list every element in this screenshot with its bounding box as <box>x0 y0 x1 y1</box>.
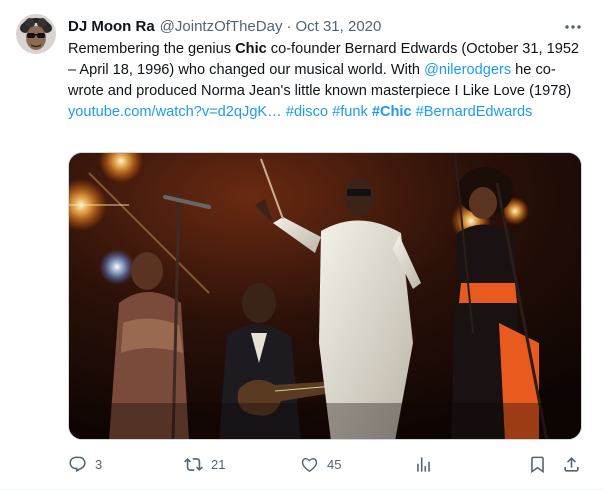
views-button[interactable] <box>414 452 433 476</box>
like-count: 45 <box>327 456 342 472</box>
tweet-text-bold: Chic <box>235 41 267 57</box>
hashtag-funk[interactable]: #funk <box>332 104 368 120</box>
hashtag-disco[interactable]: #disco <box>286 104 328 120</box>
display-name[interactable]: DJ Moon Ra <box>68 17 155 37</box>
tweet-actions: 3 21 45 <box>68 452 582 476</box>
like-button[interactable]: 45 <box>300 452 341 476</box>
bookmark-button[interactable] <box>528 452 547 476</box>
tweet-text: Remembering the genius Chic co-founder B… <box>68 39 580 123</box>
share-button[interactable] <box>562 452 581 476</box>
tweet-photo[interactable] <box>68 152 582 440</box>
reply-count: 3 <box>95 456 103 472</box>
tweet[interactable]: DJ Moon Ra @JointzOfTheDay · Oct 31, 202… <box>0 0 603 490</box>
share-icon <box>564 456 579 472</box>
retweet-button[interactable]: 21 <box>184 452 225 476</box>
retweet-count: 21 <box>211 456 226 472</box>
analytics-icon <box>417 456 430 472</box>
avatar[interactable] <box>16 14 56 54</box>
tweet-header: DJ Moon Ra @JointzOfTheDay · Oct 31, 202… <box>68 17 381 37</box>
user-handle[interactable]: @JointzOfTheDay <box>160 17 283 37</box>
more-options-icon[interactable] <box>562 16 584 38</box>
reply-icon <box>69 456 86 472</box>
retweet-icon <box>184 457 203 471</box>
separator-dot: · <box>286 18 292 35</box>
url-link[interactable]: youtube.com/watch?v=d2qJgK… <box>68 104 282 120</box>
bookmark-icon <box>531 456 544 473</box>
like-icon <box>301 457 318 472</box>
tweet-date[interactable]: Oct 31, 2020 <box>295 17 381 37</box>
hashtag-chic[interactable]: #Chic <box>372 104 412 120</box>
tweet-text-segment: Remembering the genius <box>68 41 236 57</box>
hashtag-bernardedwards[interactable]: #BernardEdwards <box>416 104 533 120</box>
reply-button[interactable]: 3 <box>68 452 102 476</box>
mention-link[interactable]: @nilerodgers <box>424 62 511 78</box>
